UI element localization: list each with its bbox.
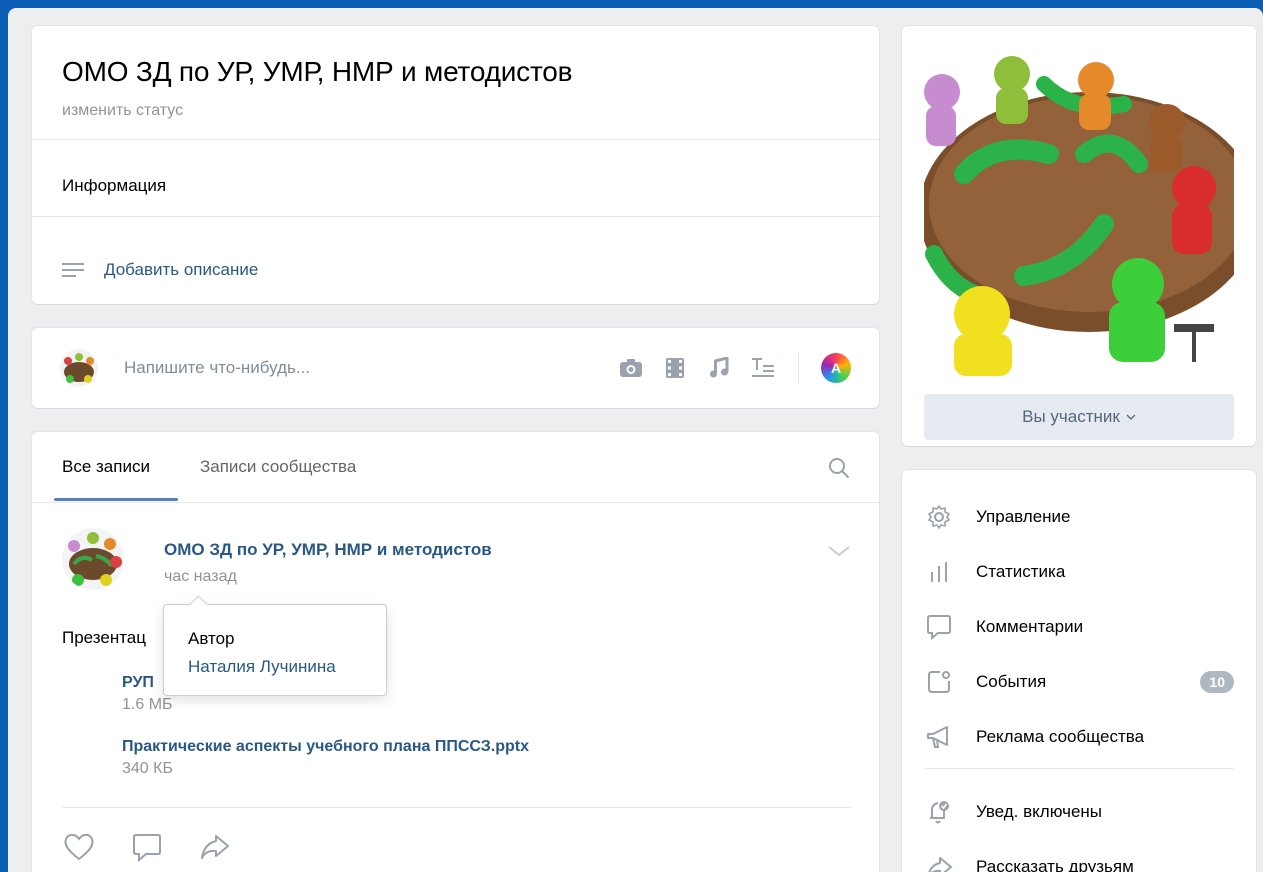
divider (32, 502, 879, 503)
megaphone-icon (924, 722, 954, 752)
events-icon (924, 667, 954, 697)
document-size: 1.6 МБ (122, 696, 173, 713)
chevron-down-icon (1126, 414, 1136, 420)
description-lines-icon (62, 263, 84, 277)
camera-icon[interactable] (618, 354, 644, 382)
post-author-link[interactable]: ОМО ЗД по УР, УМР, НМР и методистов (164, 540, 492, 560)
comment-icon (924, 612, 954, 642)
menu-item-label: Управление (976, 507, 1071, 526)
post-time[interactable]: час назад (164, 568, 237, 586)
menu-item-label: Реклама сообщества (976, 727, 1145, 746)
add-description-button[interactable]: Добавить описание (62, 258, 258, 282)
divider (32, 139, 879, 140)
music-icon[interactable] (706, 354, 732, 382)
wall-feed: Все записи Записи сообщества ОМО ЗД по У… (32, 432, 879, 872)
composer-tools: A (618, 352, 851, 384)
info-heading: Информация (62, 176, 167, 195)
gear-icon (924, 502, 954, 532)
author-tooltip: Автор Наталия Лучинина (163, 604, 387, 696)
menu-item-label: События (976, 672, 1047, 691)
group-cover-card: Вы участник (902, 26, 1256, 446)
active-tab-indicator (54, 498, 178, 501)
add-description-label: Добавить описание (104, 260, 259, 279)
tooltip-author-link[interactable]: Наталия Лучинина (188, 657, 336, 677)
member-status-label: Вы участник (1022, 407, 1120, 426)
menu-item-advertising[interactable]: Реклама сообщества (924, 717, 1234, 757)
menu-item-share[interactable]: Рассказать друзьям (924, 847, 1234, 872)
video-icon[interactable] (662, 354, 688, 382)
post-actions (62, 830, 232, 864)
letter-a-icon[interactable]: A (821, 353, 851, 383)
text-format-icon[interactable] (750, 354, 776, 382)
comment-icon[interactable] (130, 830, 164, 864)
menu-item-label: Увед. включены (976, 802, 1103, 821)
like-heart-icon[interactable] (62, 830, 96, 864)
share-icon (924, 852, 954, 872)
divider (62, 807, 851, 808)
events-count-badge: 10 (1200, 671, 1234, 693)
bell-icon (924, 797, 954, 827)
menu-item-notifications[interactable]: Увед. включены (924, 792, 1234, 832)
page-frame: ОМО ЗД по УР, УМР, НМР и методистов изме… (8, 8, 1263, 872)
member-status-button[interactable]: Вы участник (924, 394, 1234, 440)
group-title: ОМО ЗД по УР, УМР, НМР и методистов (62, 56, 573, 87)
divider (924, 768, 1234, 769)
tooltip-title: Автор (188, 629, 235, 648)
document-name[interactable]: Практические аспекты учебного плана ППСС… (122, 738, 529, 756)
search-icon[interactable] (827, 456, 851, 480)
group-header-card: ОМО ЗД по УР, УМР, НМР и методистов изме… (32, 26, 879, 304)
menu-item-label: Статистика (976, 562, 1066, 581)
group-cover-image[interactable] (924, 44, 1234, 376)
stats-icon (924, 557, 954, 587)
post-input[interactable]: Напишите что-нибудь... (124, 358, 310, 378)
menu-item-events[interactable]: События 10 (924, 662, 1234, 702)
tab-community-posts[interactable]: Записи сообщества (200, 457, 356, 477)
menu-item-statistics[interactable]: Статистика (924, 552, 1234, 592)
post-composer: Напишите что-нибудь... A (32, 328, 879, 408)
group-actions-menu: Управление Статистика Комментарии Событи… (902, 470, 1256, 872)
divider (32, 216, 879, 217)
document-attachment: Практические аспекты учебного плана ППСС… (122, 738, 529, 778)
menu-item-label: Рассказать друзьям (976, 857, 1134, 872)
wall-tabs: Все записи Записи сообщества (32, 432, 879, 502)
tab-all-posts[interactable]: Все записи (62, 457, 150, 477)
menu-item-comments[interactable]: Комментарии (924, 607, 1234, 647)
tools-separator (798, 352, 799, 384)
menu-item-label: Комментарии (976, 617, 1084, 636)
post-author-avatar[interactable] (62, 528, 124, 590)
group-avatar (60, 349, 98, 387)
post-text: Презентац (62, 628, 146, 647)
change-status-link[interactable]: изменить статус (62, 102, 183, 120)
menu-item-management[interactable]: Управление (924, 497, 1234, 537)
document-size: 340 КБ (122, 760, 173, 777)
chevron-down-icon[interactable] (827, 544, 851, 558)
share-icon[interactable] (198, 830, 232, 864)
